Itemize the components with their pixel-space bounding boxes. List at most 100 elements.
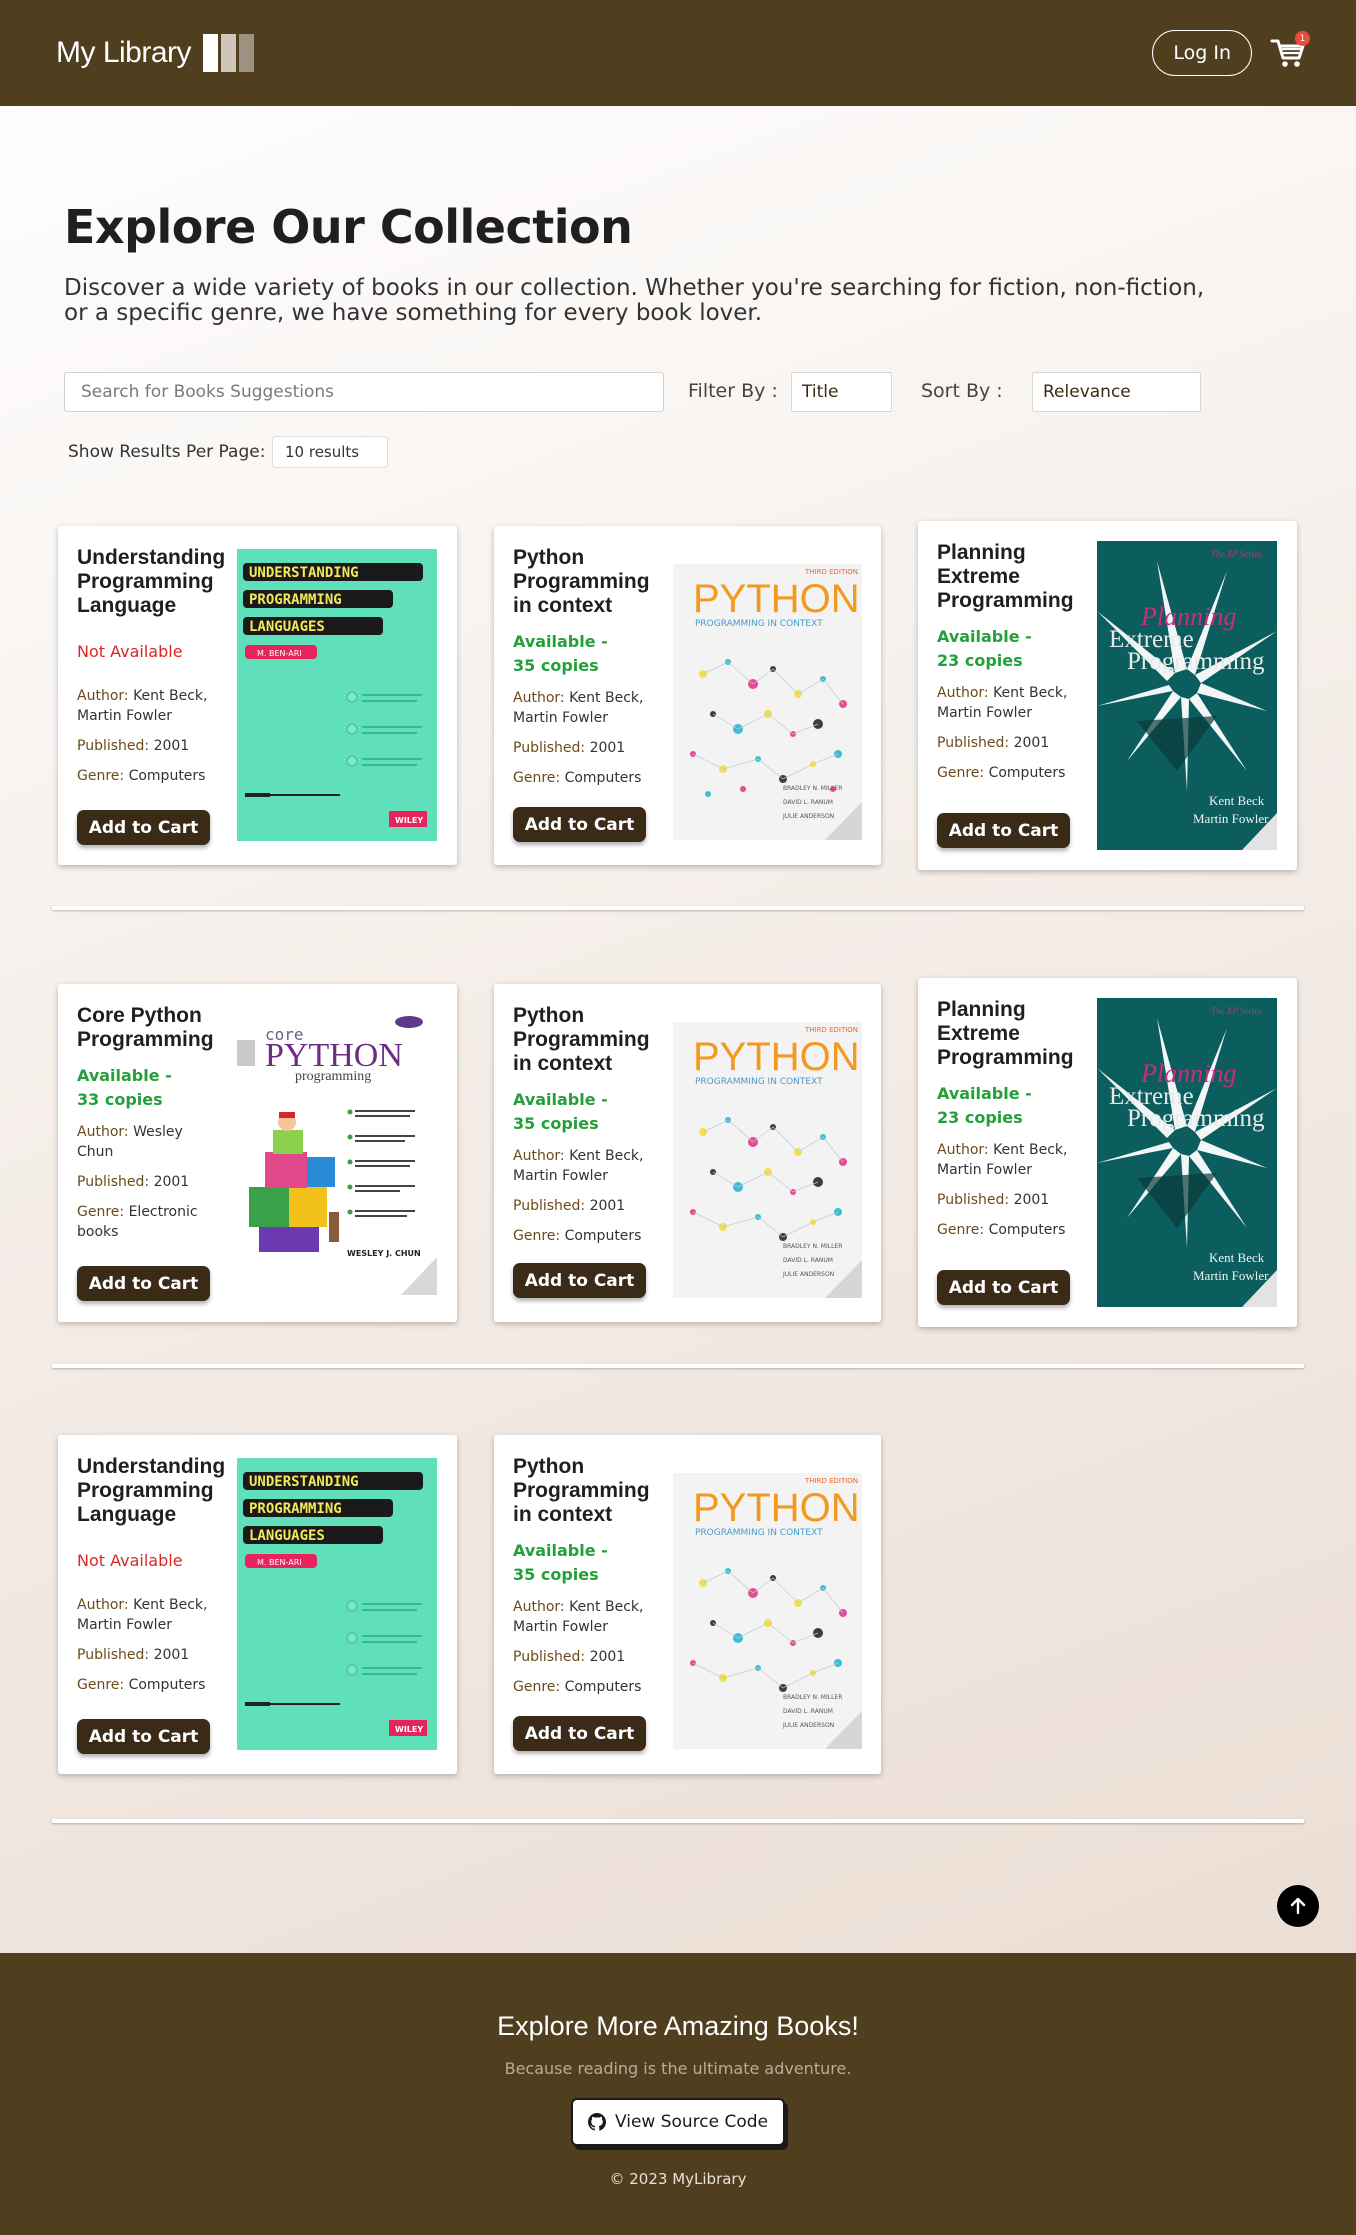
availability-status: Available - 23 copies [937,1084,1032,1127]
results-per-page-label: Show Results Per Page: [68,442,266,462]
add-to-cart-button[interactable]: Add to Cart [77,1719,210,1754]
add-to-cart-button[interactable]: Add to Cart [937,1270,1070,1305]
published-key: Published: [937,735,1010,751]
cover-subtitle: PROGRAMMING IN CONTEXT [695,619,823,629]
cover-author-line: JULIE ANDERSON [782,1271,834,1278]
cover-author-line: Kent Beck [1209,793,1265,808]
intro-text: Discover a wide variety of books in our … [64,275,1205,326]
book-author: Author: Kent Beck, Martin Fowler [513,1146,658,1186]
cover-title-word: PYTHON [693,1486,860,1530]
genre-value: Computers [564,1228,642,1244]
cover-python-programming-in-context: THIRD EDITION PYTHON PROGRAMMING IN CONT… [673,564,862,840]
published-key: Published: [77,1174,150,1190]
cover-core-python-programming: core PYTHON programming WESLEY J. CHUN [237,1012,437,1295]
book-title: Planning Extreme Programming [937,541,1074,612]
cover-planning-extreme-programming: The XP Series Planning Extreme Programmi… [1097,541,1277,850]
book-cover-image[interactable]: THIRD EDITION PYTHON PROGRAMMING IN CONT… [673,1022,862,1298]
book-genre: Genre: Computers [77,766,222,786]
cover-author-line: BRADLEY N. MILLER [783,1694,842,1701]
cover-publisher: WILEY [395,816,423,825]
published-key: Published: [513,1649,586,1665]
book-published: Published: 2001 [513,1647,658,1667]
cover-title-word: PYTHON [693,1035,860,1079]
add-to-cart-button[interactable]: Add to Cart [513,1263,646,1298]
filter-label: Filter By : [688,380,778,402]
book-cover-image[interactable]: The XP Series Planning Extreme Programmi… [1097,541,1277,850]
book-cover-image[interactable]: THIRD EDITION PYTHON PROGRAMMING IN CONT… [673,1473,862,1749]
cover-author-line: Martin Fowler [1193,811,1269,826]
book-card: Python Programming in context Available … [494,526,881,865]
book-card: Python Programming in context Available … [494,1435,881,1774]
published-key: Published: [513,1198,586,1214]
book-title: Python Programming in context [513,1455,650,1526]
genre-key: Genre: [937,765,985,781]
scroll-to-top-button[interactable] [1277,1885,1319,1927]
book-cover-image[interactable]: UNDERSTANDING PROGRAMMING LANGUAGES M. B… [237,1458,437,1750]
site-header: My Library Log In 1 [0,0,1356,106]
book-cover-image[interactable]: core PYTHON programming WESLEY J. CHUN [237,1012,437,1295]
logo-text: My Library [56,36,192,69]
cover-edition: THIRD EDITION [804,568,858,576]
genre-key: Genre: [937,1222,985,1238]
book-card: Planning Extreme Programming Available -… [918,521,1297,870]
cover-subtitle: programming [295,1069,371,1084]
cover-planning-extreme-programming: The XP Series Planning Extreme Programmi… [1097,998,1277,1307]
results-per-page-select[interactable]: 10 results [272,436,388,468]
published-value: 2001 [589,1198,626,1214]
filter-select[interactable]: Title [791,372,892,412]
cart-count-badge: 1 [1295,31,1310,46]
site-logo[interactable]: My Library [56,34,255,72]
cover-author-line: JULIE ANDERSON [782,1722,834,1729]
cover-title-line: PROGRAMMING [249,1501,342,1517]
published-value: 2001 [589,740,626,756]
row-divider [52,1364,1304,1368]
cover-author-line: DAVID L. RANUM [783,1708,833,1715]
author-key: Author: [937,1142,989,1158]
search-input[interactable] [64,372,664,412]
book-cover-image[interactable]: THIRD EDITION PYTHON PROGRAMMING IN CONT… [673,564,862,840]
book-cover-image[interactable]: UNDERSTANDING PROGRAMMING LANGUAGES M. B… [237,549,437,841]
book-published: Published: 2001 [513,738,658,758]
book-info: Understanding Programming Language Not A… [77,1455,225,1695]
cover-understanding-programming-languages: UNDERSTANDING PROGRAMMING LANGUAGES M. B… [237,549,437,841]
cover-subtitle: PROGRAMMING IN CONTEXT [695,1077,823,1087]
cover-title-line: UNDERSTANDING [249,1474,359,1490]
cover-subtitle: PROGRAMMING IN CONTEXT [695,1528,823,1538]
login-button[interactable]: Log In [1152,30,1252,76]
book-author: Author: Kent Beck, Martin Fowler [937,1140,1082,1180]
book-genre: Genre: Computers [513,1226,658,1246]
book-genre: Genre: Electronic books [77,1202,222,1242]
cover-title-line: Programming [1127,1105,1265,1132]
book-info: Python Programming in context Available … [513,1455,658,1697]
author-key: Author: [513,690,565,706]
book-info: Python Programming in context Available … [513,546,658,788]
genre-key: Genre: [77,1204,125,1220]
header-actions: Log In 1 [1152,30,1310,76]
book-genre: Genre: Computers [937,763,1082,783]
published-key: Published: [937,1192,1010,1208]
cover-author: WESLEY J. CHUN [347,1249,421,1258]
add-to-cart-button[interactable]: Add to Cart [513,807,646,842]
book-cover-image[interactable]: The XP Series Planning Extreme Programmi… [1097,998,1277,1307]
cover-author-line: Martin Fowler [1193,1268,1269,1283]
availability-status: Available - 33 copies [77,1066,172,1109]
book-info: Planning Extreme Programming Available -… [937,541,1082,783]
logo-bars-icon [203,34,255,72]
genre-value: Computers [564,770,642,786]
book-author: Author: Kent Beck, Martin Fowler [513,688,658,728]
published-value: 2001 [153,1174,190,1190]
published-value: 2001 [1013,735,1050,751]
sort-select[interactable]: Relevance [1032,372,1201,412]
add-to-cart-button[interactable]: Add to Cart [513,1716,646,1751]
add-to-cart-button[interactable]: Add to Cart [77,1266,210,1301]
book-published: Published: 2001 [77,1172,222,1192]
availability-status: Available - 35 copies [513,1090,608,1133]
page-title: Explore Our Collection [64,200,633,254]
genre-key: Genre: [513,770,561,786]
availability-status: Available - 35 copies [513,632,608,675]
add-to-cart-button[interactable]: Add to Cart [937,813,1070,848]
cart-button[interactable]: 1 [1270,31,1310,71]
availability-status: Available - 35 copies [513,1541,608,1584]
view-source-button[interactable]: View Source Code [571,2098,785,2146]
add-to-cart-button[interactable]: Add to Cart [77,810,210,845]
